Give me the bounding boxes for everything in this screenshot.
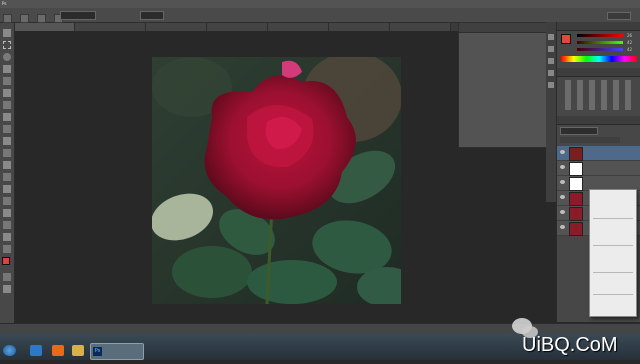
zoom-tool-icon[interactable]: [3, 245, 11, 253]
option-button-1[interactable]: [20, 14, 30, 23]
eye-icon[interactable]: [560, 195, 565, 199]
crop-tool-icon[interactable]: [3, 77, 11, 85]
pen-tool-icon[interactable]: [3, 197, 11, 205]
mode-dropdown[interactable]: [140, 11, 164, 20]
hand-tool-icon[interactable]: [3, 233, 11, 241]
gradient-tool-icon[interactable]: [3, 161, 11, 169]
layer-thumbnail: [569, 192, 583, 206]
document-tab-3[interactable]: [146, 23, 207, 31]
color-spectrum-ramp[interactable]: [561, 56, 637, 62]
eyedropper-tool-icon[interactable]: [3, 89, 11, 97]
menu-separator: [593, 245, 633, 246]
dodge-tool-icon[interactable]: [3, 185, 11, 193]
b-value[interactable]: 42: [627, 47, 632, 52]
layer-context-menu: [589, 189, 637, 317]
ie-icon[interactable]: [30, 345, 42, 356]
properties-icon[interactable]: [548, 46, 554, 52]
g-slider[interactable]: [577, 41, 623, 44]
eye-icon[interactable]: [560, 225, 565, 229]
marquee-tool-icon[interactable]: [3, 41, 11, 49]
eye-icon[interactable]: [560, 210, 565, 214]
start-orb-icon[interactable]: [3, 345, 16, 356]
rose-photo[interactable]: [152, 57, 401, 304]
lock-controls[interactable]: [560, 137, 620, 143]
rose-image: [152, 57, 401, 304]
screen-mode-icon[interactable]: [3, 285, 11, 293]
document-tab-4[interactable]: [207, 23, 268, 31]
panel-icon-strip: [546, 22, 556, 202]
option-button-2[interactable]: [37, 14, 47, 23]
floating-panel: [458, 22, 548, 148]
eraser-tool-icon[interactable]: [3, 149, 11, 157]
tool-preset-button[interactable]: [3, 14, 12, 23]
watermark: UiBQ.CoM: [508, 312, 640, 360]
toolbox: [0, 23, 15, 323]
explorer-icon[interactable]: [72, 345, 84, 356]
menu-separator: [593, 272, 633, 273]
menu-separator: [593, 218, 633, 219]
color-panel-header[interactable]: [557, 22, 640, 31]
history-brush-icon[interactable]: [3, 137, 11, 145]
b-slider[interactable]: [577, 48, 623, 51]
menu-bar: Ps: [0, 0, 640, 8]
options-bar: [0, 8, 640, 23]
r-slider[interactable]: [577, 34, 623, 37]
character-icon[interactable]: [548, 82, 554, 88]
menu-separator: [593, 294, 633, 295]
quick-mask-icon[interactable]: [3, 273, 11, 281]
quick-select-tool-icon[interactable]: [3, 65, 11, 73]
lasso-tool-icon[interactable]: [3, 53, 11, 61]
layer-thumbnail: [569, 177, 583, 191]
r-value[interactable]: 26: [627, 33, 632, 38]
layer-thumbnail: [569, 222, 583, 236]
layer-row-2[interactable]: [557, 161, 640, 176]
floating-panel-header[interactable]: [459, 23, 547, 33]
ps-icon: Ps: [93, 347, 102, 356]
blend-mode-dropdown[interactable]: [560, 127, 598, 135]
color-foreground-swatch[interactable]: [561, 34, 571, 44]
clone-stamp-icon[interactable]: [3, 125, 11, 133]
watermark-line2: UiBQ.CoM: [522, 334, 618, 356]
document-tab-6[interactable]: [329, 23, 390, 31]
adjustments-panel-header[interactable]: [557, 68, 640, 77]
document-tab-5[interactable]: [268, 23, 329, 31]
eye-icon[interactable]: [560, 165, 565, 169]
path-select-icon[interactable]: [3, 221, 11, 229]
move-tool-icon[interactable]: [3, 29, 11, 37]
brush-panel-icon[interactable]: [548, 70, 554, 76]
adjustment-icons-grid[interactable]: [565, 80, 635, 110]
g-value[interactable]: 42: [627, 40, 632, 45]
history-icon[interactable]: [548, 34, 554, 40]
layer-thumbnail: [569, 147, 583, 161]
document-tab-7[interactable]: [390, 23, 451, 31]
layer-thumbnail: [569, 162, 583, 176]
document-tab[interactable]: [14, 23, 75, 31]
brush-tool-icon[interactable]: [3, 113, 11, 121]
layers-panel-header[interactable]: [557, 116, 640, 125]
foreground-color-swatch[interactable]: [2, 257, 10, 265]
layer-thumbnail: [569, 207, 583, 221]
eye-icon[interactable]: [560, 180, 565, 184]
workspace-switcher[interactable]: [607, 12, 631, 20]
type-tool-icon[interactable]: [3, 209, 11, 217]
media-icon[interactable]: [52, 345, 64, 356]
info-icon[interactable]: [548, 58, 554, 64]
layer-row-1[interactable]: [557, 146, 640, 161]
ps-logo[interactable]: Ps: [2, 1, 6, 6]
healing-brush-icon[interactable]: [3, 101, 11, 109]
zoom-field[interactable]: [60, 11, 96, 20]
eye-icon[interactable]: [560, 150, 565, 154]
ps-taskbar-button[interactable]: Ps: [90, 343, 144, 360]
document-tab-2[interactable]: [75, 23, 146, 31]
blur-tool-icon[interactable]: [3, 173, 11, 181]
